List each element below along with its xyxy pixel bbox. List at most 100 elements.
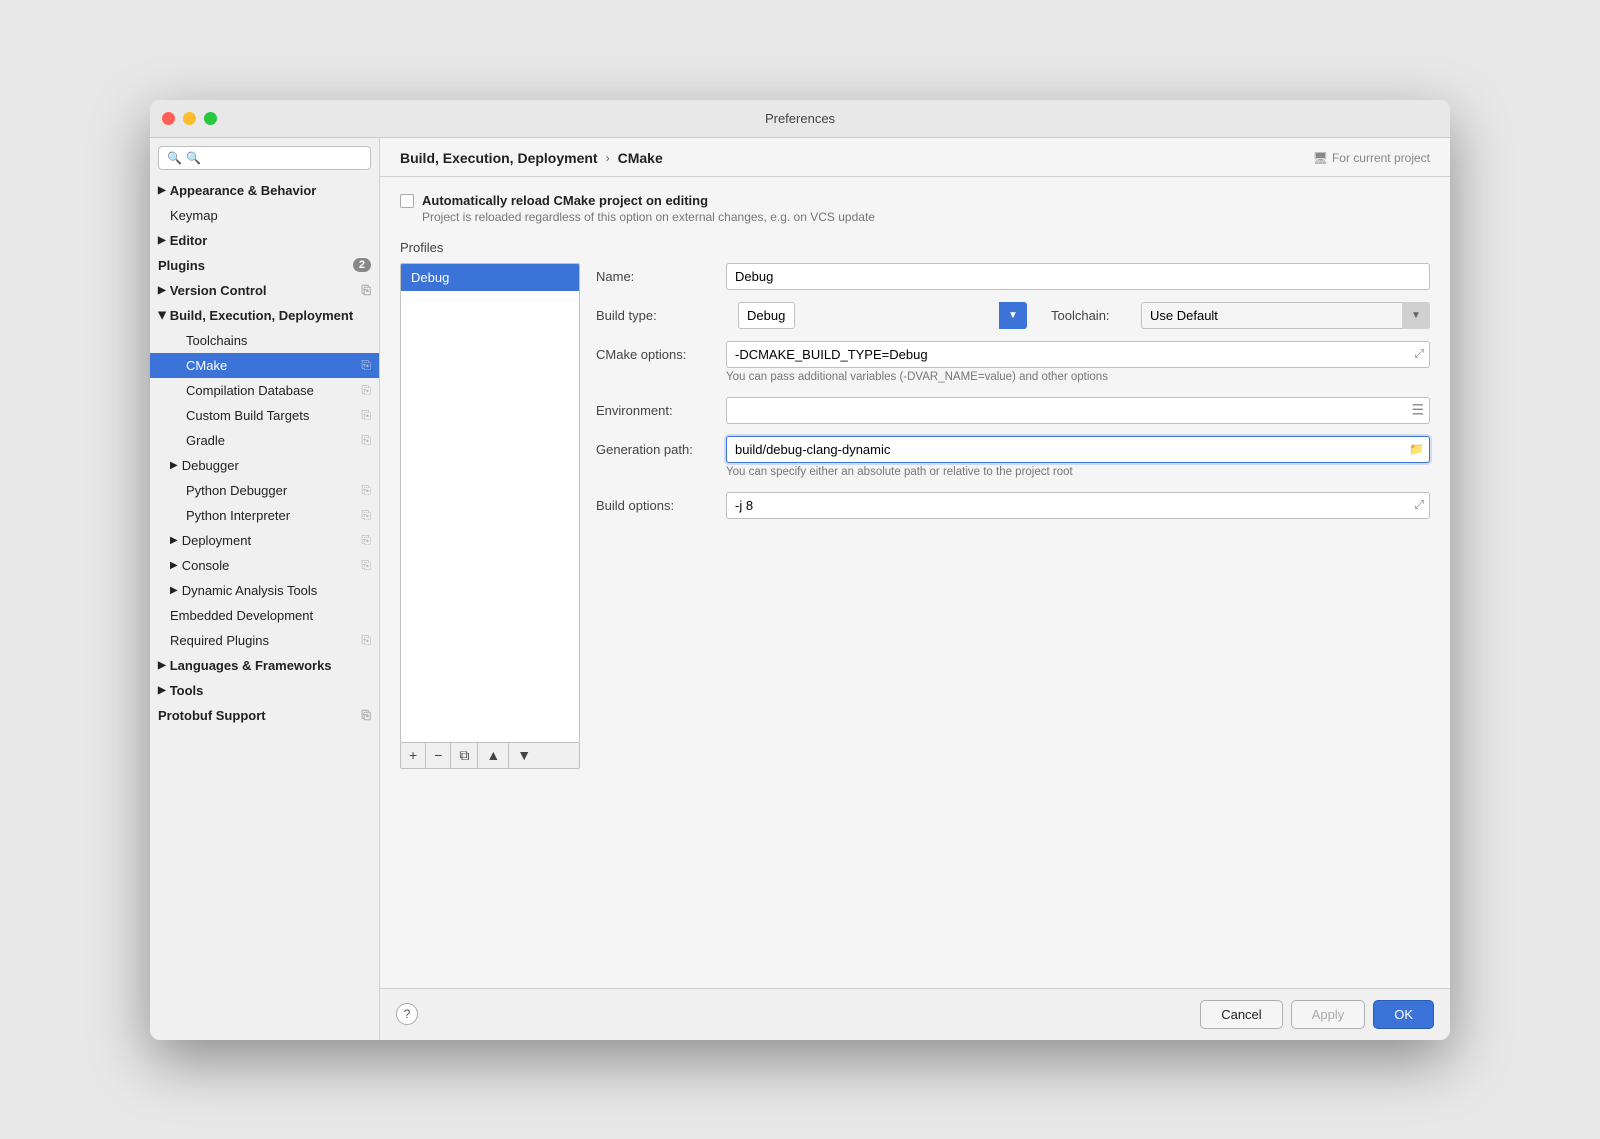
sidebar-item-label: Deployment [182, 533, 251, 548]
cmake-options-input-wrap: ⤢ [726, 341, 1430, 368]
name-label: Name: [596, 269, 726, 284]
sidebar-item-toolchains[interactable]: Toolchains [150, 328, 379, 353]
gen-path-row: Generation path: 📁 You can specify eithe… [596, 436, 1430, 488]
breadcrumb-part1: Build, Execution, Deployment [400, 150, 598, 166]
sidebar-item-label: Required Plugins [170, 633, 269, 648]
sidebar-item-label: Keymap [170, 208, 218, 223]
build-options-input[interactable] [726, 492, 1430, 519]
sidebar-item-compilation-db[interactable]: Compilation Database ⎘ [150, 378, 379, 403]
profiles-label: Profiles [400, 240, 1430, 255]
breadcrumb-arrow: › [606, 151, 610, 165]
cmake-options-label: CMake options: [596, 347, 726, 362]
sidebar-item-appearance[interactable]: ▶ Appearance & Behavior [150, 178, 379, 203]
build-type-label: Build type: [596, 308, 726, 323]
plugins-badge: 2 [353, 258, 371, 272]
build-options-row: Build options: ⤢ [596, 492, 1430, 519]
copy-icon: ⎘ [361, 633, 371, 648]
sidebar-item-debugger[interactable]: ▶ Debugger [150, 453, 379, 478]
move-down-button[interactable]: ▼ [509, 743, 539, 768]
sidebar-item-editor[interactable]: ▶ Editor [150, 228, 379, 253]
arrow-icon: ▶ [158, 660, 166, 671]
remove-profile-button[interactable]: − [426, 743, 451, 768]
cancel-button[interactable]: Cancel [1200, 1000, 1282, 1029]
search-input[interactable] [186, 151, 362, 165]
window-title: Preferences [765, 111, 835, 126]
sidebar-item-deployment[interactable]: ▶ Deployment ⎘ [150, 528, 379, 553]
sidebar-item-label: Embedded Development [170, 608, 313, 623]
arrow-icon: ▶ [170, 560, 178, 571]
apply-button[interactable]: Apply [1291, 1000, 1366, 1029]
arrow-icon: ▶ [170, 460, 178, 471]
gen-path-input[interactable] [726, 436, 1430, 463]
copy-icon: ⎘ [361, 533, 371, 548]
sidebar-item-label: Tools [170, 683, 204, 698]
sidebar-item-embedded-dev[interactable]: Embedded Development [150, 603, 379, 628]
sidebar-item-plugins[interactable]: Plugins 2 [150, 253, 379, 278]
profiles-section: Debug + − ⧉ ▲ ▼ [400, 263, 1430, 769]
build-options-input-wrap: ⤢ [726, 492, 1430, 519]
content-panel: Build, Execution, Deployment › CMake 🖥 F… [380, 138, 1450, 1040]
maximize-button[interactable] [204, 112, 217, 125]
form-area: Name: Build type: Debug ▼ [596, 263, 1430, 769]
move-up-button[interactable]: ▲ [478, 743, 509, 768]
sidebar-item-dynamic-analysis[interactable]: ▶ Dynamic Analysis Tools [150, 578, 379, 603]
autoreload-checkbox[interactable] [400, 194, 414, 208]
arrow-icon: ▶ [156, 311, 167, 319]
help-button[interactable]: ? [396, 1003, 418, 1025]
close-button[interactable] [162, 112, 175, 125]
sidebar-item-python-interpreter[interactable]: Python Interpreter ⎘ [150, 503, 379, 528]
profile-item-label: Debug [411, 270, 449, 285]
sidebar-item-tools[interactable]: ▶ Tools [150, 678, 379, 703]
sidebar-item-keymap[interactable]: Keymap [150, 203, 379, 228]
arrow-icon: ▶ [158, 185, 166, 196]
minimize-button[interactable] [183, 112, 196, 125]
bottom-bar: ? Cancel Apply OK [380, 988, 1450, 1040]
sidebar-item-label: Custom Build Targets [186, 408, 309, 423]
env-icon: ☰ [1411, 402, 1424, 419]
sidebar-item-required-plugins[interactable]: Required Plugins ⎘ [150, 628, 379, 653]
cmake-options-input[interactable] [726, 341, 1430, 368]
profiles-list-inner: Debug [400, 263, 580, 743]
sidebar-item-gradle[interactable]: Gradle ⎘ [150, 428, 379, 453]
window-controls [162, 112, 217, 125]
environment-input[interactable] [726, 397, 1430, 424]
search-box[interactable]: 🔍 [158, 146, 371, 170]
arrow-icon: ▶ [158, 235, 166, 246]
sidebar-item-label: Python Debugger [186, 483, 287, 498]
sidebar-item-languages[interactable]: ▶ Languages & Frameworks [150, 653, 379, 678]
copy-icon: ⎘ [361, 558, 371, 573]
toolchain-label: Toolchain: [1039, 308, 1129, 323]
sidebar-item-console[interactable]: ▶ Console ⎘ [150, 553, 379, 578]
toolchain-select-wrapper: Use Default ▼ [1141, 302, 1430, 329]
sidebar-item-python-debugger[interactable]: Python Debugger ⎘ [150, 478, 379, 503]
sidebar-item-custom-build[interactable]: Custom Build Targets ⎘ [150, 403, 379, 428]
sidebar-item-protobuf[interactable]: Protobuf Support ⎘ [150, 703, 379, 728]
project-icon: 🖥 [1313, 151, 1328, 165]
toolchain-select[interactable]: Use Default [1141, 302, 1430, 329]
sidebar-item-label: Python Interpreter [186, 508, 290, 523]
cmake-options-row: CMake options: ⤢ You can pass additional… [596, 341, 1430, 393]
environment-label: Environment: [596, 403, 726, 418]
preferences-window: Preferences 🔍 ▶ Appearance & Behavior Ke… [150, 100, 1450, 1040]
build-type-select[interactable]: Debug [738, 302, 795, 329]
add-profile-button[interactable]: + [401, 743, 426, 768]
sidebar-item-build-exec[interactable]: ▶ Build, Execution, Deployment [150, 303, 379, 328]
gen-path-label: Generation path: [596, 442, 726, 457]
environment-row: Environment: ☰ [596, 397, 1430, 424]
sidebar-item-cmake[interactable]: CMake ⎘ [150, 353, 379, 378]
autoreload-label: Automatically reload CMake project on ed… [422, 193, 875, 208]
gen-path-input-wrap: 📁 [726, 436, 1430, 463]
help-icon: ? [404, 1007, 411, 1021]
copy-icon: ⎘ [361, 408, 371, 423]
sidebar-item-version-control[interactable]: ▶ Version Control ⎘ [150, 278, 379, 303]
ok-button[interactable]: OK [1373, 1000, 1434, 1029]
copy-profile-button[interactable]: ⧉ [451, 743, 478, 768]
for-project-label: For current project [1332, 151, 1430, 165]
name-input[interactable] [726, 263, 1430, 290]
copy-icon: ⎘ [361, 358, 371, 373]
sidebar-item-label: Build, Execution, Deployment [170, 308, 353, 323]
arrow-icon: ▶ [170, 585, 178, 596]
build-type-row: Build type: Debug ▼ Toolchain: Use Def [596, 302, 1430, 329]
profile-item-debug[interactable]: Debug [401, 264, 579, 291]
sidebar-item-label: CMake [186, 358, 227, 373]
